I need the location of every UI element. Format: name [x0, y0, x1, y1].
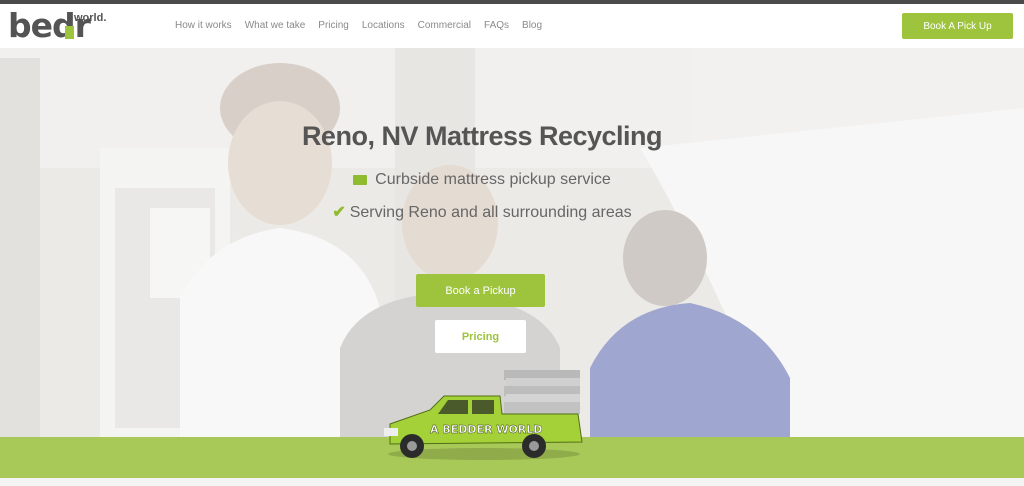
- nav-what-we-take[interactable]: What we take: [245, 20, 306, 31]
- feature-line-2-text: Serving Reno and all surrounding areas: [349, 204, 632, 221]
- nav-faqs[interactable]: FAQs: [484, 20, 509, 31]
- book-pickup-header-button[interactable]: Book A Pick Up: [902, 13, 1013, 39]
- logo-accent: [65, 26, 74, 39]
- book-pickup-button[interactable]: Book a Pickup: [416, 274, 545, 307]
- site-header: bedr world. How it works What we take Pr…: [0, 4, 1024, 48]
- feature-line-1-text: Curbside mattress pickup service: [375, 171, 611, 188]
- truck-icon: [353, 174, 368, 185]
- bottom-strip: [0, 478, 1024, 486]
- pickup-truck-image: A BEDDER WORLD: [384, 370, 583, 460]
- logo-sub: world.: [74, 12, 107, 24]
- check-icon: ✔: [332, 204, 346, 221]
- nav-locations[interactable]: Locations: [362, 20, 405, 31]
- main-nav: How it works What we take Pricing Locati…: [175, 20, 542, 31]
- feature-line-1: Curbside mattress pickup service: [0, 171, 964, 189]
- feature-line-2: ✔ Serving Reno and all surrounding areas: [0, 202, 964, 222]
- nav-pricing[interactable]: Pricing: [318, 20, 349, 31]
- nav-commercial[interactable]: Commercial: [418, 20, 471, 31]
- nav-blog[interactable]: Blog: [522, 20, 542, 31]
- truck-label: A BEDDER WORLD: [430, 423, 542, 436]
- nav-how-it-works[interactable]: How it works: [175, 20, 232, 31]
- hero-title: Reno, NV Mattress Recycling: [301, 121, 663, 151]
- pricing-button[interactable]: Pricing: [435, 320, 526, 353]
- logo[interactable]: bedr world.: [8, 6, 108, 48]
